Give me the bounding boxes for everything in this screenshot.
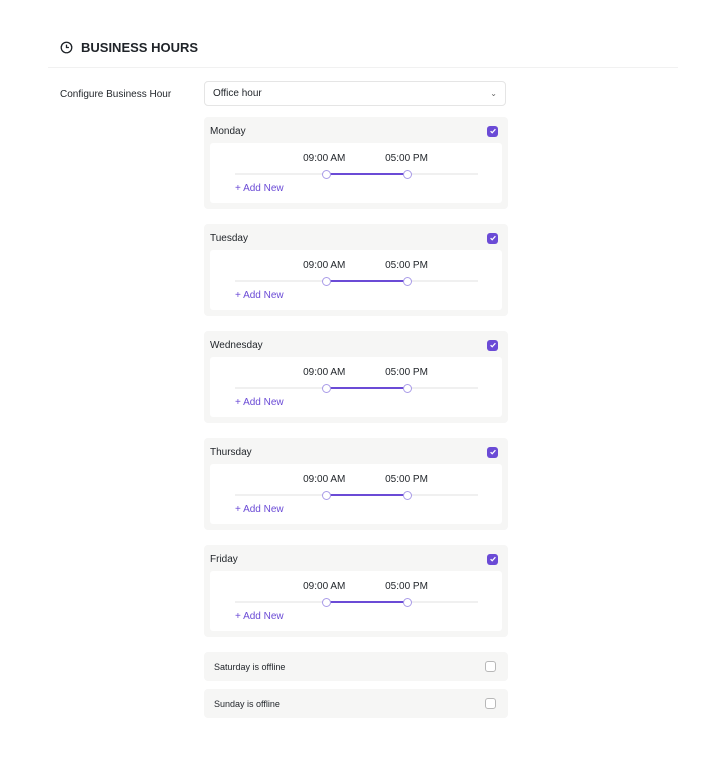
divider bbox=[48, 67, 678, 68]
day-header: Wednesday bbox=[210, 337, 502, 353]
time-slider-track[interactable] bbox=[235, 598, 478, 607]
time-slider-range bbox=[326, 173, 408, 175]
day-header: Tuesday bbox=[210, 230, 502, 246]
check-icon bbox=[489, 448, 497, 456]
day-panel-monday: Monday 09:00 AM 05:00 PM + Add New bbox=[204, 117, 508, 209]
day-checkbox[interactable] bbox=[487, 553, 498, 565]
add-new-button[interactable]: + Add New bbox=[235, 504, 284, 515]
time-slider-track[interactable] bbox=[235, 491, 478, 500]
section-header: BUSINESS HOURS bbox=[60, 40, 198, 55]
time-slider-range bbox=[326, 387, 408, 389]
time-range-card: 09:00 AM 05:00 PM + Add New bbox=[210, 571, 502, 631]
start-time-handle[interactable] bbox=[322, 491, 332, 500]
end-time-handle[interactable] bbox=[403, 277, 413, 286]
day-name: Wednesday bbox=[210, 339, 263, 351]
check-icon bbox=[489, 341, 497, 349]
end-time-handle[interactable] bbox=[403, 170, 413, 179]
day-panel-wednesday: Wednesday 09:00 AM 05:00 PM + Add New bbox=[204, 331, 508, 423]
start-time: 09:00 AM bbox=[303, 153, 346, 164]
day-panel-friday: Friday 09:00 AM 05:00 PM + Add New bbox=[204, 545, 508, 637]
time-slider-track[interactable] bbox=[235, 277, 478, 286]
day-checkbox[interactable] bbox=[487, 232, 498, 244]
configure-label: Configure Business Hour bbox=[60, 89, 172, 100]
select-value: Office hour bbox=[213, 88, 262, 99]
end-time: 05:00 PM bbox=[385, 260, 428, 271]
start-time: 09:00 AM bbox=[303, 367, 346, 378]
offline-checkbox[interactable] bbox=[485, 698, 496, 709]
end-time: 05:00 PM bbox=[385, 367, 428, 378]
time-range-card: 09:00 AM 05:00 PM + Add New bbox=[210, 357, 502, 417]
day-name: Thursday bbox=[210, 446, 252, 458]
offline-day-row: Sunday is offline bbox=[204, 689, 508, 718]
day-panel-tuesday: Tuesday 09:00 AM 05:00 PM + Add New bbox=[204, 224, 508, 316]
time-range-card: 09:00 AM 05:00 PM + Add New bbox=[210, 143, 502, 203]
day-checkbox[interactable] bbox=[487, 125, 498, 137]
day-panel-thursday: Thursday 09:00 AM 05:00 PM + Add New bbox=[204, 438, 508, 530]
add-new-button[interactable]: + Add New bbox=[235, 397, 284, 408]
time-range-card: 09:00 AM 05:00 PM + Add New bbox=[210, 464, 502, 524]
check-icon bbox=[489, 127, 497, 135]
time-slider-range bbox=[326, 280, 408, 282]
offline-label: Sunday is offline bbox=[214, 698, 280, 709]
check-icon bbox=[489, 555, 497, 563]
time-slider-range bbox=[326, 494, 408, 496]
end-time-handle[interactable] bbox=[403, 384, 413, 393]
day-name: Monday bbox=[210, 125, 246, 137]
section-title: BUSINESS HOURS bbox=[81, 40, 199, 55]
day-name: Friday bbox=[210, 553, 238, 565]
day-checkbox[interactable] bbox=[487, 339, 498, 351]
business-hour-select[interactable]: Office hour ⌄ bbox=[204, 81, 506, 106]
start-time: 09:00 AM bbox=[303, 474, 346, 485]
offline-label: Saturday is offline bbox=[214, 661, 286, 672]
clock-icon bbox=[60, 41, 73, 54]
business-hours-page: BUSINESS HOURS Configure Business Hour O… bbox=[0, 0, 726, 768]
day-header: Friday bbox=[210, 551, 502, 567]
start-time-handle[interactable] bbox=[322, 384, 332, 393]
end-time: 05:00 PM bbox=[385, 581, 428, 592]
end-time: 05:00 PM bbox=[385, 153, 428, 164]
day-checkbox[interactable] bbox=[487, 446, 498, 458]
start-time: 09:00 AM bbox=[303, 260, 346, 271]
end-time: 05:00 PM bbox=[385, 474, 428, 485]
start-time-handle[interactable] bbox=[322, 277, 332, 286]
day-name: Tuesday bbox=[210, 232, 248, 244]
offline-day-row: Saturday is offline bbox=[204, 652, 508, 681]
chevron-down-icon: ⌄ bbox=[490, 89, 497, 98]
start-time: 09:00 AM bbox=[303, 581, 346, 592]
time-range-card: 09:00 AM 05:00 PM + Add New bbox=[210, 250, 502, 310]
day-header: Thursday bbox=[210, 444, 502, 460]
start-time-handle[interactable] bbox=[322, 598, 332, 607]
time-slider-track[interactable] bbox=[235, 170, 478, 179]
add-new-button[interactable]: + Add New bbox=[235, 183, 284, 194]
day-header: Monday bbox=[210, 123, 502, 139]
days-list: Monday 09:00 AM 05:00 PM + Add New Tuesd… bbox=[204, 117, 508, 726]
end-time-handle[interactable] bbox=[403, 491, 413, 500]
offline-checkbox[interactable] bbox=[485, 661, 496, 672]
time-slider-range bbox=[326, 601, 408, 603]
add-new-button[interactable]: + Add New bbox=[235, 611, 284, 622]
add-new-button[interactable]: + Add New bbox=[235, 290, 284, 301]
end-time-handle[interactable] bbox=[403, 598, 413, 607]
check-icon bbox=[489, 234, 497, 242]
time-slider-track[interactable] bbox=[235, 384, 478, 393]
start-time-handle[interactable] bbox=[322, 170, 332, 179]
